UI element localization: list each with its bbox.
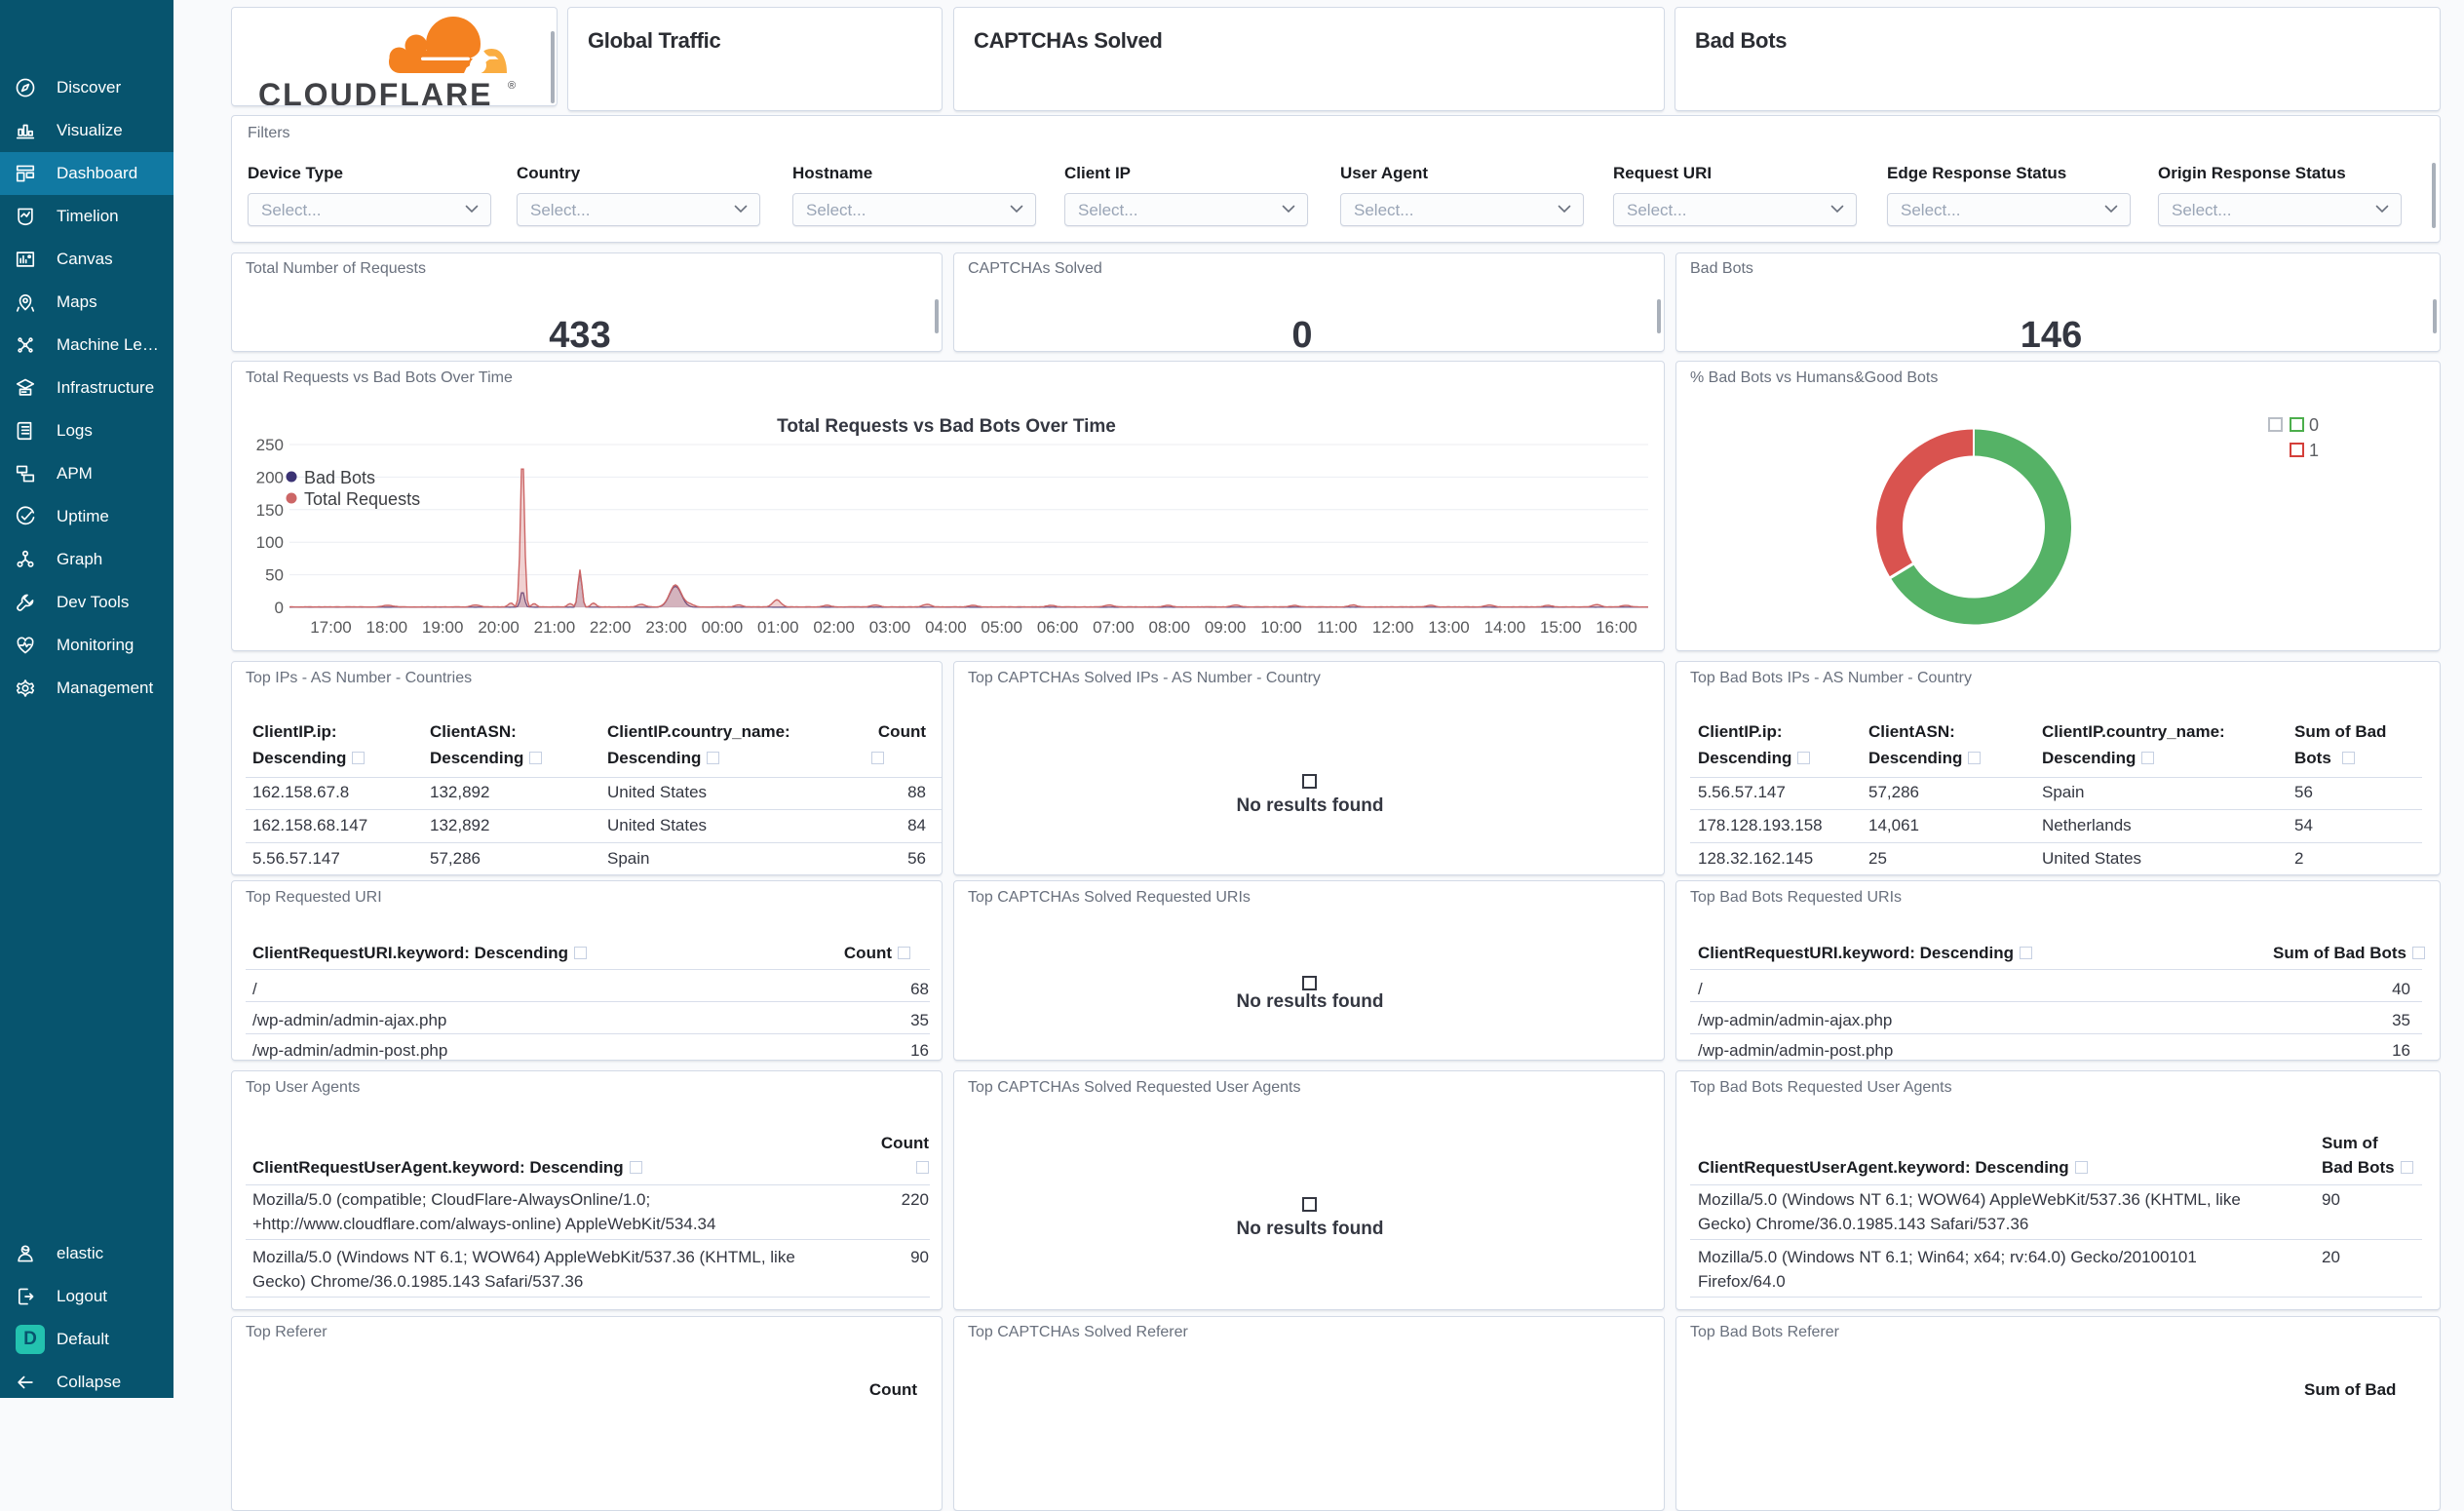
svg-text:100: 100 bbox=[256, 533, 284, 552]
svg-text:23:00: 23:00 bbox=[645, 618, 687, 637]
svg-text:200: 200 bbox=[256, 468, 284, 486]
svg-text:18:00: 18:00 bbox=[366, 618, 408, 637]
svg-text:21:00: 21:00 bbox=[534, 618, 576, 637]
svg-text:19:00: 19:00 bbox=[422, 618, 464, 637]
svg-text:150: 150 bbox=[256, 501, 284, 520]
svg-text:0: 0 bbox=[2309, 415, 2319, 435]
svg-text:02:00: 02:00 bbox=[813, 618, 855, 637]
svg-text:15:00: 15:00 bbox=[1540, 618, 1582, 637]
svg-text:08:00: 08:00 bbox=[1149, 618, 1191, 637]
svg-text:09:00: 09:00 bbox=[1205, 618, 1247, 637]
svg-text:06:00: 06:00 bbox=[1037, 618, 1079, 637]
svg-text:13:00: 13:00 bbox=[1428, 618, 1470, 637]
svg-text:04:00: 04:00 bbox=[925, 618, 967, 637]
svg-text:14:00: 14:00 bbox=[1484, 618, 1526, 637]
svg-text:00:00: 00:00 bbox=[702, 618, 744, 637]
svg-text:50: 50 bbox=[265, 566, 284, 585]
svg-text:Total Requests: Total Requests bbox=[304, 489, 420, 509]
svg-text:01:00: 01:00 bbox=[757, 618, 799, 637]
svg-text:17:00: 17:00 bbox=[310, 618, 352, 637]
svg-text:Bad Bots: Bad Bots bbox=[304, 468, 375, 487]
svg-text:20:00: 20:00 bbox=[478, 618, 520, 637]
svg-text:11:00: 11:00 bbox=[1317, 618, 1357, 637]
svg-text:16:00: 16:00 bbox=[1596, 618, 1637, 637]
svg-text:07:00: 07:00 bbox=[1093, 618, 1135, 637]
svg-text:Total Requests vs Bad Bots Ove: Total Requests vs Bad Bots Over Time bbox=[777, 416, 1116, 437]
svg-text:10:00: 10:00 bbox=[1260, 618, 1302, 637]
svg-text:12:00: 12:00 bbox=[1372, 618, 1414, 637]
svg-text:1: 1 bbox=[2309, 441, 2319, 460]
svg-text:05:00: 05:00 bbox=[981, 618, 1022, 637]
svg-text:0: 0 bbox=[275, 599, 284, 617]
svg-text:03:00: 03:00 bbox=[869, 618, 911, 637]
svg-text:250: 250 bbox=[256, 436, 284, 454]
svg-text:22:00: 22:00 bbox=[590, 618, 632, 637]
